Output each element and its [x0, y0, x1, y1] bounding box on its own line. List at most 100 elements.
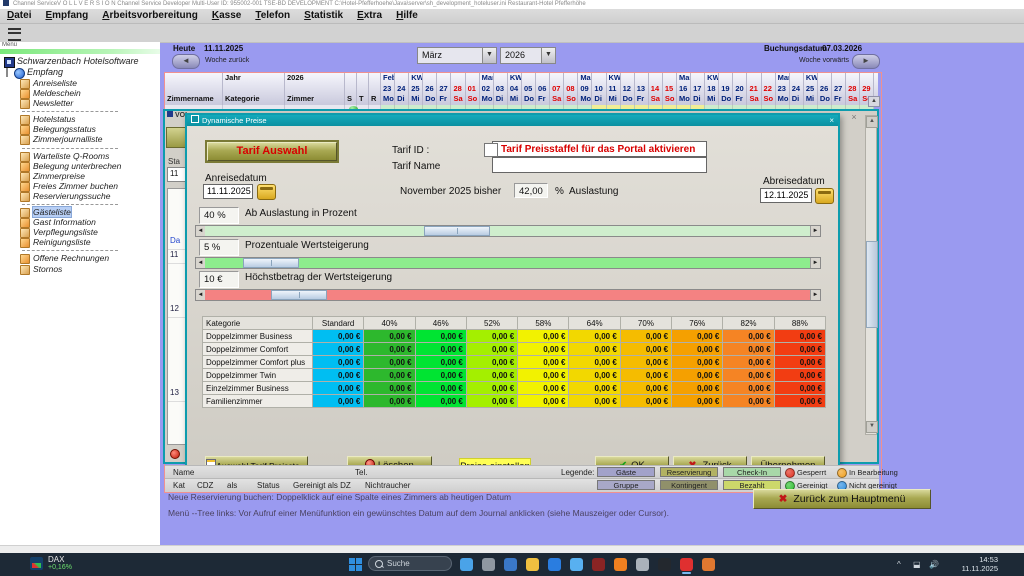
price-cell[interactable]: 0,00 € [723, 395, 774, 408]
tray-device-icon[interactable]: ⬓ [913, 560, 921, 569]
journal-day-col[interactable]: KW 925Mi [409, 73, 423, 105]
percent-increase-slider[interactable]: ◄ ► [195, 257, 821, 269]
journal-day-col[interactable]: 22So [762, 73, 776, 105]
journal-day-col[interactable]: 01So [466, 73, 480, 105]
price-cell[interactable]: 0,00 € [620, 343, 671, 356]
chevron-down-icon[interactable]: ▼ [541, 48, 555, 63]
price-cell[interactable]: 0,00 € [313, 395, 364, 408]
price-cell[interactable]: 0,00 € [672, 343, 723, 356]
journal-day-col[interactable]: 12Do [621, 73, 635, 105]
journal-day-col[interactable]: 28Sa [846, 73, 860, 105]
sidebar-item-verpflegungsliste[interactable]: Verpflegungsliste [0, 227, 160, 237]
price-cell[interactable]: 0,00 € [620, 330, 671, 343]
menu-arbeitsvorbereitung[interactable]: Arbeitsvorbereitung [102, 9, 198, 23]
legend-button-reservierung[interactable]: Reservierung [660, 467, 718, 477]
portal-checkbox[interactable] [484, 143, 498, 157]
journal-day-col[interactable]: KW 1111Mi [607, 73, 621, 105]
calendar-icon[interactable] [815, 188, 834, 204]
journal-day-col[interactable]: 08So [564, 73, 578, 105]
price-cell[interactable]: 0,00 € [672, 356, 723, 369]
journal-day-col[interactable]: 10Di [592, 73, 606, 105]
journal-day-col[interactable]: 07Sa [550, 73, 564, 105]
price-cell[interactable]: 0,00 € [364, 395, 415, 408]
photos-icon[interactable] [570, 558, 583, 571]
price-cell[interactable]: 0,00 € [620, 395, 671, 408]
stocks-widget-icon[interactable] [30, 557, 43, 570]
price-cell[interactable]: 0,00 € [518, 356, 569, 369]
price-cell[interactable]: 0,00 € [466, 356, 517, 369]
price-cell[interactable]: 0,00 € [313, 343, 364, 356]
journal-day-col[interactable]: 14Sa [649, 73, 663, 105]
journal-day-col[interactable]: KW 1004Mi [508, 73, 522, 105]
slider-thumb[interactable] [243, 258, 299, 268]
price-cell[interactable]: 0,00 € [774, 369, 825, 382]
calendar-icon[interactable] [257, 184, 276, 200]
price-cell[interactable]: 0,00 € [415, 382, 466, 395]
sidebar-item-belegungsstatus[interactable]: Belegungsstatus [0, 124, 160, 134]
slider-right-arrow-icon[interactable]: ► [810, 226, 820, 236]
journal-day-col[interactable]: Mar09Mo [578, 73, 592, 105]
price-cell[interactable]: 0,00 € [415, 395, 466, 408]
sidebar-item-zimmerpreise[interactable]: Zimmerpreise [0, 171, 160, 181]
price-cell[interactable]: 0,00 € [672, 330, 723, 343]
price-cell[interactable]: 0,00 € [313, 356, 364, 369]
price-cell[interactable]: 0,00 € [415, 356, 466, 369]
price-cell[interactable]: 0,00 € [774, 395, 825, 408]
price-cell[interactable]: 0,00 € [569, 356, 620, 369]
sidebar-item-zimmerjournalliste[interactable]: Zimmerjournalliste [0, 134, 160, 144]
price-cell[interactable]: 0,00 € [466, 343, 517, 356]
journal-day-col[interactable]: 26Do [818, 73, 832, 105]
menu-kasse[interactable]: Kasse [212, 9, 241, 23]
journal-day-col[interactable]: 05Do [522, 73, 536, 105]
week-forward-button[interactable]: ► [852, 54, 880, 69]
price-cell[interactable]: 0,00 € [620, 369, 671, 382]
sidebar-item-anreiseliste[interactable]: Anreiseliste [0, 78, 160, 88]
tarif-name-input[interactable] [492, 157, 707, 173]
zurueck-zum-hauptmenu-button[interactable]: ✖Zurück zum Hauptmenü [753, 489, 931, 509]
journal-day-col[interactable]: 17Di [691, 73, 705, 105]
legend-button-gruppe[interactable]: Gruppe [597, 480, 655, 490]
week-back-button[interactable]: ◄ [172, 54, 200, 69]
slider-right-arrow-icon[interactable]: ► [810, 258, 820, 268]
journal-day-col[interactable]: 03Di [494, 73, 508, 105]
background-window-scrollbar[interactable]: ▲ ▼ [865, 115, 877, 435]
dialog-close-icon[interactable]: × [829, 115, 834, 126]
price-cell[interactable]: 0,00 € [774, 382, 825, 395]
journal-day-col[interactable]: 24Di [395, 73, 409, 105]
price-cell[interactable]: 0,00 € [723, 382, 774, 395]
price-cell[interactable]: 0,00 € [672, 395, 723, 408]
printer-icon[interactable] [636, 558, 649, 571]
price-cell[interactable]: 0,00 € [569, 369, 620, 382]
price-cell[interactable]: 0,00 € [518, 343, 569, 356]
journal-day-col[interactable]: 20Fr [733, 73, 747, 105]
journal-day-col[interactable]: 27Fr [832, 73, 846, 105]
legend-button-check-in[interactable]: Check-In [723, 467, 781, 477]
menu-empfang[interactable]: Empfang [45, 9, 88, 23]
price-cell[interactable]: 0,00 € [364, 330, 415, 343]
price-cell[interactable]: 0,00 € [466, 369, 517, 382]
journal-day-col[interactable]: Mar16Mo [677, 73, 691, 105]
slider-thumb[interactable] [424, 226, 490, 236]
occupancy-slider[interactable]: ◄ ► [195, 225, 821, 237]
scrollbar-thumb[interactable] [866, 241, 878, 328]
price-cell[interactable]: 0,00 € [774, 330, 825, 343]
price-cell[interactable]: 0,00 € [518, 382, 569, 395]
price-cell[interactable]: 0,00 € [313, 382, 364, 395]
price-cell[interactable]: 0,00 € [723, 369, 774, 382]
slider-right-arrow-icon[interactable]: ► [810, 290, 820, 300]
price-cell[interactable]: 0,00 € [364, 356, 415, 369]
price-cell[interactable]: 0,00 € [672, 369, 723, 382]
sidebar-item-reinigungsliste[interactable]: Reinigungsliste [0, 237, 160, 247]
price-cell[interactable]: 0,00 € [364, 343, 415, 356]
start-button-icon[interactable] [349, 558, 362, 571]
price-cell[interactable]: 0,00 € [569, 330, 620, 343]
max-increase-slider[interactable]: ◄ ► [195, 289, 821, 301]
price-cell[interactable]: 0,00 € [620, 356, 671, 369]
slider-thumb[interactable] [271, 290, 327, 300]
background-window-close-icon[interactable]: × [849, 112, 859, 122]
price-cell[interactable]: 0,00 € [466, 330, 517, 343]
price-cell[interactable]: 0,00 € [569, 395, 620, 408]
sidebar-root[interactable]: Schwarzenbach Hotelsoftware [0, 56, 160, 67]
price-cell[interactable]: 0,00 € [723, 356, 774, 369]
menu-datei[interactable]: Datei [7, 9, 31, 23]
